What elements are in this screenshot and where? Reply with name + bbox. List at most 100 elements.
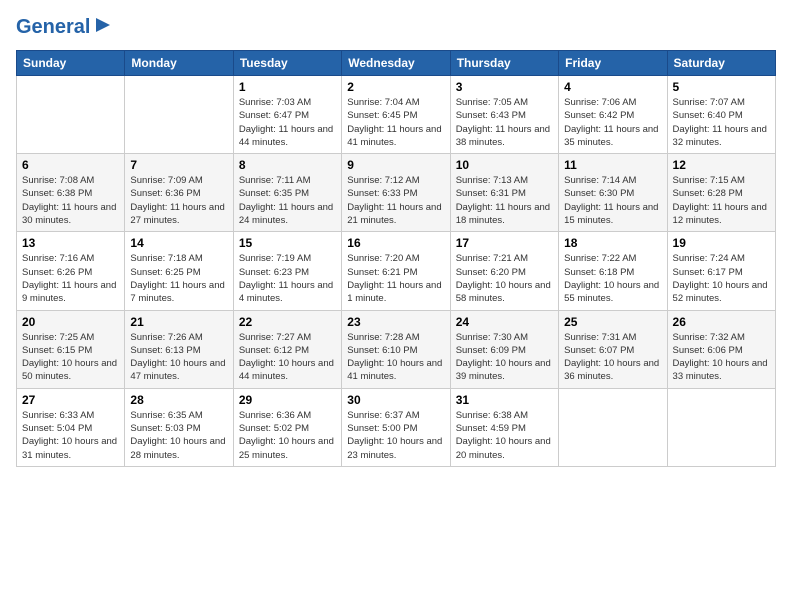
day-header-thursday: Thursday xyxy=(450,51,558,76)
day-header-monday: Monday xyxy=(125,51,233,76)
day-number: 16 xyxy=(347,236,444,250)
calendar-week-2: 6 Sunrise: 7:08 AM Sunset: 6:38 PM Daylig… xyxy=(17,154,776,232)
calendar-cell: 3Sunrise: 7:05 AM Sunset: 6:43 PM Daylig… xyxy=(450,76,558,154)
calendar-cell: 11Sunrise: 7:14 AM Sunset: 6:30 PM Dayli… xyxy=(559,154,667,232)
day-number: 31 xyxy=(456,393,553,407)
calendar-table: SundayMondayTuesdayWednesdayThursdayFrid… xyxy=(16,50,776,467)
logo-arrow-icon xyxy=(92,14,114,36)
day-info: Sunrise: 7:16 AM Sunset: 6:26 PM Dayligh… xyxy=(22,252,119,305)
day-number: 23 xyxy=(347,315,444,329)
calendar-cell: 26 Sunrise: 7:32 AM Sunset: 6:06 PM Dayli… xyxy=(667,310,775,388)
day-number: 22 xyxy=(239,315,336,329)
day-info: Sunrise: 7:08 AM Sunset: 6:38 PM Dayligh… xyxy=(22,174,119,227)
logo-text: General xyxy=(16,16,90,38)
calendar-cell: 21Sunrise: 7:26 AM Sunset: 6:13 PM Dayli… xyxy=(125,310,233,388)
day-number: 18 xyxy=(564,236,661,250)
page-header: General xyxy=(16,16,776,38)
day-number: 5 xyxy=(673,80,770,94)
day-number: 29 xyxy=(239,393,336,407)
day-info: Sunrise: 7:27 AM Sunset: 6:12 PM Dayligh… xyxy=(239,331,336,384)
day-number: 19 xyxy=(673,236,770,250)
day-header-tuesday: Tuesday xyxy=(233,51,341,76)
calendar-cell: 14Sunrise: 7:18 AM Sunset: 6:25 PM Dayli… xyxy=(125,232,233,310)
day-info: Sunrise: 7:32 AM Sunset: 6:06 PM Dayligh… xyxy=(673,331,770,384)
calendar-cell xyxy=(17,76,125,154)
day-info: Sunrise: 7:24 AM Sunset: 6:17 PM Dayligh… xyxy=(673,252,770,305)
calendar-cell: 7Sunrise: 7:09 AM Sunset: 6:36 PM Daylig… xyxy=(125,154,233,232)
calendar-header-row: SundayMondayTuesdayWednesdayThursdayFrid… xyxy=(17,51,776,76)
day-info: Sunrise: 7:04 AM Sunset: 6:45 PM Dayligh… xyxy=(347,96,444,149)
calendar-cell: 20 Sunrise: 7:25 AM Sunset: 6:15 PM Dayli… xyxy=(17,310,125,388)
day-number: 26 xyxy=(673,315,770,329)
calendar-cell: 5Sunrise: 7:07 AM Sunset: 6:40 PM Daylig… xyxy=(667,76,775,154)
calendar-cell: 15Sunrise: 7:19 AM Sunset: 6:23 PM Dayli… xyxy=(233,232,341,310)
calendar-cell: 16 Sunrise: 7:20 AM Sunset: 6:21 PM Dayli… xyxy=(342,232,450,310)
day-number: 28 xyxy=(130,393,227,407)
day-info: Sunrise: 6:36 AM Sunset: 5:02 PM Dayligh… xyxy=(239,409,336,462)
calendar-week-5: 27 Sunrise: 6:33 AM Sunset: 5:04 PM Dayli… xyxy=(17,388,776,466)
day-number: 4 xyxy=(564,80,661,94)
day-number: 1 xyxy=(239,80,336,94)
day-number: 2 xyxy=(347,80,444,94)
calendar-cell: 2 Sunrise: 7:04 AM Sunset: 6:45 PM Daylig… xyxy=(342,76,450,154)
calendar-cell: 6 Sunrise: 7:08 AM Sunset: 6:38 PM Daylig… xyxy=(17,154,125,232)
calendar-cell: 10Sunrise: 7:13 AM Sunset: 6:31 PM Dayli… xyxy=(450,154,558,232)
day-info: Sunrise: 7:13 AM Sunset: 6:31 PM Dayligh… xyxy=(456,174,553,227)
calendar-cell: 31Sunrise: 6:38 AM Sunset: 4:59 PM Dayli… xyxy=(450,388,558,466)
logo: General xyxy=(16,16,114,38)
calendar-cell: 28Sunrise: 6:35 AM Sunset: 5:03 PM Dayli… xyxy=(125,388,233,466)
calendar-cell: 24 Sunrise: 7:30 AM Sunset: 6:09 PM Dayli… xyxy=(450,310,558,388)
day-number: 24 xyxy=(456,315,553,329)
calendar-cell: 19 Sunrise: 7:24 AM Sunset: 6:17 PM Dayli… xyxy=(667,232,775,310)
day-number: 25 xyxy=(564,315,661,329)
calendar-cell: 12 Sunrise: 7:15 AM Sunset: 6:28 PM Dayli… xyxy=(667,154,775,232)
day-number: 3 xyxy=(456,80,553,94)
day-info: Sunrise: 7:28 AM Sunset: 6:10 PM Dayligh… xyxy=(347,331,444,384)
day-info: Sunrise: 7:15 AM Sunset: 6:28 PM Dayligh… xyxy=(673,174,770,227)
calendar-week-1: 1 Sunrise: 7:03 AM Sunset: 6:47 PM Daylig… xyxy=(17,76,776,154)
day-number: 30 xyxy=(347,393,444,407)
day-info: Sunrise: 7:19 AM Sunset: 6:23 PM Dayligh… xyxy=(239,252,336,305)
calendar-body: 1 Sunrise: 7:03 AM Sunset: 6:47 PM Daylig… xyxy=(17,76,776,467)
calendar-cell: 17 Sunrise: 7:21 AM Sunset: 6:20 PM Dayli… xyxy=(450,232,558,310)
day-info: Sunrise: 7:30 AM Sunset: 6:09 PM Dayligh… xyxy=(456,331,553,384)
calendar-cell: 27 Sunrise: 6:33 AM Sunset: 5:04 PM Dayli… xyxy=(17,388,125,466)
day-info: Sunrise: 7:11 AM Sunset: 6:35 PM Dayligh… xyxy=(239,174,336,227)
day-info: Sunrise: 7:26 AM Sunset: 6:13 PM Dayligh… xyxy=(130,331,227,384)
day-header-friday: Friday xyxy=(559,51,667,76)
calendar-cell: 8Sunrise: 7:11 AM Sunset: 6:35 PM Daylig… xyxy=(233,154,341,232)
day-info: Sunrise: 7:22 AM Sunset: 6:18 PM Dayligh… xyxy=(564,252,661,305)
day-number: 27 xyxy=(22,393,119,407)
calendar-cell: 22 Sunrise: 7:27 AM Sunset: 6:12 PM Dayli… xyxy=(233,310,341,388)
calendar-cell: 9 Sunrise: 7:12 AM Sunset: 6:33 PM Daylig… xyxy=(342,154,450,232)
day-info: Sunrise: 7:03 AM Sunset: 6:47 PM Dayligh… xyxy=(239,96,336,149)
calendar-cell: 23 Sunrise: 7:28 AM Sunset: 6:10 PM Dayli… xyxy=(342,310,450,388)
calendar-cell: 18 Sunrise: 7:22 AM Sunset: 6:18 PM Dayli… xyxy=(559,232,667,310)
day-info: Sunrise: 7:25 AM Sunset: 6:15 PM Dayligh… xyxy=(22,331,119,384)
calendar-cell: 4 Sunrise: 7:06 AM Sunset: 6:42 PM Daylig… xyxy=(559,76,667,154)
calendar-cell: 1 Sunrise: 7:03 AM Sunset: 6:47 PM Daylig… xyxy=(233,76,341,154)
day-info: Sunrise: 7:14 AM Sunset: 6:30 PM Dayligh… xyxy=(564,174,661,227)
calendar-cell: 30Sunrise: 6:37 AM Sunset: 5:00 PM Dayli… xyxy=(342,388,450,466)
day-info: Sunrise: 7:06 AM Sunset: 6:42 PM Dayligh… xyxy=(564,96,661,149)
calendar-cell: 13 Sunrise: 7:16 AM Sunset: 6:26 PM Dayli… xyxy=(17,232,125,310)
calendar-cell: 29 Sunrise: 6:36 AM Sunset: 5:02 PM Dayli… xyxy=(233,388,341,466)
calendar-cell xyxy=(559,388,667,466)
day-number: 20 xyxy=(22,315,119,329)
day-info: Sunrise: 7:20 AM Sunset: 6:21 PM Dayligh… xyxy=(347,252,444,305)
calendar-cell xyxy=(667,388,775,466)
day-number: 12 xyxy=(673,158,770,172)
day-info: Sunrise: 7:12 AM Sunset: 6:33 PM Dayligh… xyxy=(347,174,444,227)
day-info: Sunrise: 7:09 AM Sunset: 6:36 PM Dayligh… xyxy=(130,174,227,227)
day-header-saturday: Saturday xyxy=(667,51,775,76)
day-header-wednesday: Wednesday xyxy=(342,51,450,76)
day-info: Sunrise: 6:33 AM Sunset: 5:04 PM Dayligh… xyxy=(22,409,119,462)
day-number: 13 xyxy=(22,236,119,250)
calendar-week-3: 13 Sunrise: 7:16 AM Sunset: 6:26 PM Dayli… xyxy=(17,232,776,310)
calendar-cell xyxy=(125,76,233,154)
day-number: 9 xyxy=(347,158,444,172)
day-header-sunday: Sunday xyxy=(17,51,125,76)
day-info: Sunrise: 7:21 AM Sunset: 6:20 PM Dayligh… xyxy=(456,252,553,305)
day-number: 17 xyxy=(456,236,553,250)
day-number: 6 xyxy=(22,158,119,172)
